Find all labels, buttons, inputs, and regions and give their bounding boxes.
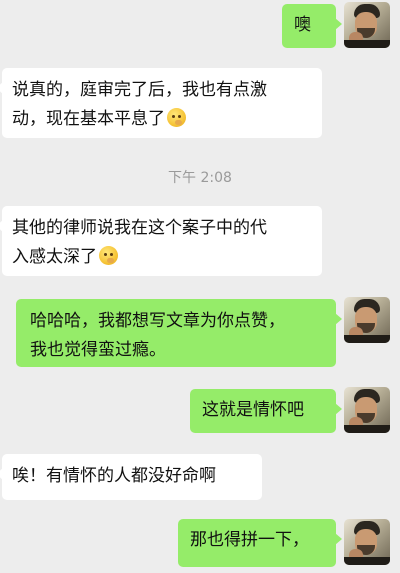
message-text: 唉！有情怀的人都没好命啊 [12,466,216,486]
message-text-line: 入感太深了 [12,243,312,272]
message-row: 噢 [0,2,400,52]
thinking-face-emoji-icon [99,246,118,265]
message-row: 其他的律师说我在这个案子中的代 入感太深了 [0,206,400,276]
message-row: 哈哈哈，我都想写文章为你点赞， 我也觉得蛮过瘾。 [0,297,400,369]
avatar[interactable] [344,387,390,433]
avatar[interactable] [344,2,390,48]
chat-area[interactable]: 噢 说真的，庭审完了后，我也有点激 动，现在基本平息了 下午 2:08 其他的律… [0,0,400,573]
message-row: 说真的，庭审完了后，我也有点激 动，现在基本平息了 [0,68,400,138]
message-text-line: 动，现在基本平息了 [12,105,312,134]
avatar[interactable] [344,297,390,343]
thinking-face-emoji-icon [167,108,186,127]
avatar[interactable] [344,519,390,565]
message-row: 那也得拼一下， [0,517,400,569]
message-bubble-mine[interactable]: 哈哈哈，我都想写文章为你点赞， 我也觉得蛮过瘾。 [16,299,342,367]
message-bubble-mine[interactable]: 那也得拼一下， [178,519,342,567]
message-text-line: 我也觉得蛮过瘾。 [30,340,166,360]
message-text: 这就是情怀吧 [202,400,304,420]
message-text: 噢 [294,15,311,35]
message-bubble-other[interactable]: 其他的律师说我在这个案子中的代 入感太深了 [0,206,322,276]
message-text-line: 说真的，庭审完了后，我也有点激 [12,80,267,100]
message-text-line: 其他的律师说我在这个案子中的代 [12,218,267,238]
message-row: 唉！有情怀的人都没好命啊 [0,454,400,500]
message-row: 这就是情怀吧 [0,387,400,437]
message-bubble-other[interactable]: 说真的，庭审完了后，我也有点激 动，现在基本平息了 [0,68,322,138]
message-timestamp: 下午 2:08 [168,170,232,186]
message-text-line: 哈哈哈，我都想写文章为你点赞， [30,311,285,331]
message-bubble-mine[interactable]: 这就是情怀吧 [190,389,342,433]
message-bubble-mine[interactable]: 噢 [282,4,342,48]
message-text: 那也得拼一下， [190,530,309,550]
message-bubble-other[interactable]: 唉！有情怀的人都没好命啊 [0,454,262,500]
